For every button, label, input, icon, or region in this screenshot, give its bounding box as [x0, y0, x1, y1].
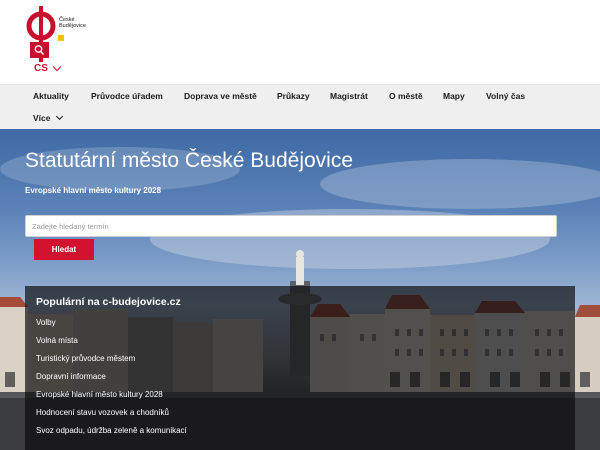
- search-button[interactable]: Hledat: [34, 239, 94, 260]
- popular-link-ehmk-2028[interactable]: Evropské hlavní město kultury 2028: [36, 390, 163, 399]
- logo-text-line2: Budějovice: [59, 23, 86, 29]
- main-nav: Aktuality Průvodce úřadem Doprava ve měs…: [0, 84, 600, 130]
- popular-link-dopravni-informace[interactable]: Dopravní informace: [36, 372, 106, 381]
- popular-link-turisticky-pruvodce[interactable]: Turistický průvodce městem: [36, 354, 135, 363]
- popular-links-title: Populární na c-budejovice.cz: [36, 296, 181, 308]
- search-input[interactable]: [25, 215, 557, 237]
- nav-item-magistrat[interactable]: Magistrát: [330, 91, 368, 101]
- nav-item-prukazy[interactable]: Průkazy: [277, 91, 310, 101]
- nav-item-pruvodce-uradem[interactable]: Průvodce úřadem: [91, 91, 163, 101]
- logo-text: České Budějovice: [59, 17, 86, 29]
- nav-item-o-meste[interactable]: O městě: [389, 91, 423, 101]
- nav-item-mapy[interactable]: Mapy: [443, 91, 465, 101]
- popular-links-panel: Populární na c-budejovice.cz Volby Volná…: [25, 286, 575, 450]
- language-selector[interactable]: CS: [34, 62, 62, 74]
- city-logo-mark-icon: [26, 6, 56, 62]
- popular-link-svoz-odpadu[interactable]: Svoz odpadu, údržba zeleně a komunikací: [36, 426, 187, 435]
- city-logo[interactable]: [26, 4, 84, 64]
- page-title: Statutární město České Budějovice: [25, 149, 354, 172]
- nav-item-vice[interactable]: Více: [33, 112, 63, 123]
- hero-section: Statutární město České Budějovice Evrops…: [0, 129, 600, 450]
- nav-item-volny-cas[interactable]: Volný čas: [486, 91, 525, 101]
- popular-link-volby[interactable]: Volby: [36, 318, 56, 327]
- logo-accent-square: [58, 35, 64, 41]
- popular-link-hodnoceni-vozovek[interactable]: Hodnocení stavu vozovek a chodníků: [36, 408, 169, 417]
- nav-item-aktuality[interactable]: Aktuality: [33, 91, 69, 101]
- popular-link-volna-mista[interactable]: Volná místa: [36, 336, 78, 345]
- site-header: České Budějovice CS: [0, 0, 600, 84]
- nav-item-vice-label: Více: [33, 113, 51, 123]
- page-subtitle: Evropské hlavní město kultury 2028: [25, 186, 162, 195]
- language-current: CS: [34, 63, 48, 74]
- chevron-down-icon: [52, 62, 62, 72]
- chevron-down-icon: [55, 112, 63, 121]
- nav-item-doprava[interactable]: Doprava ve městě: [184, 91, 257, 101]
